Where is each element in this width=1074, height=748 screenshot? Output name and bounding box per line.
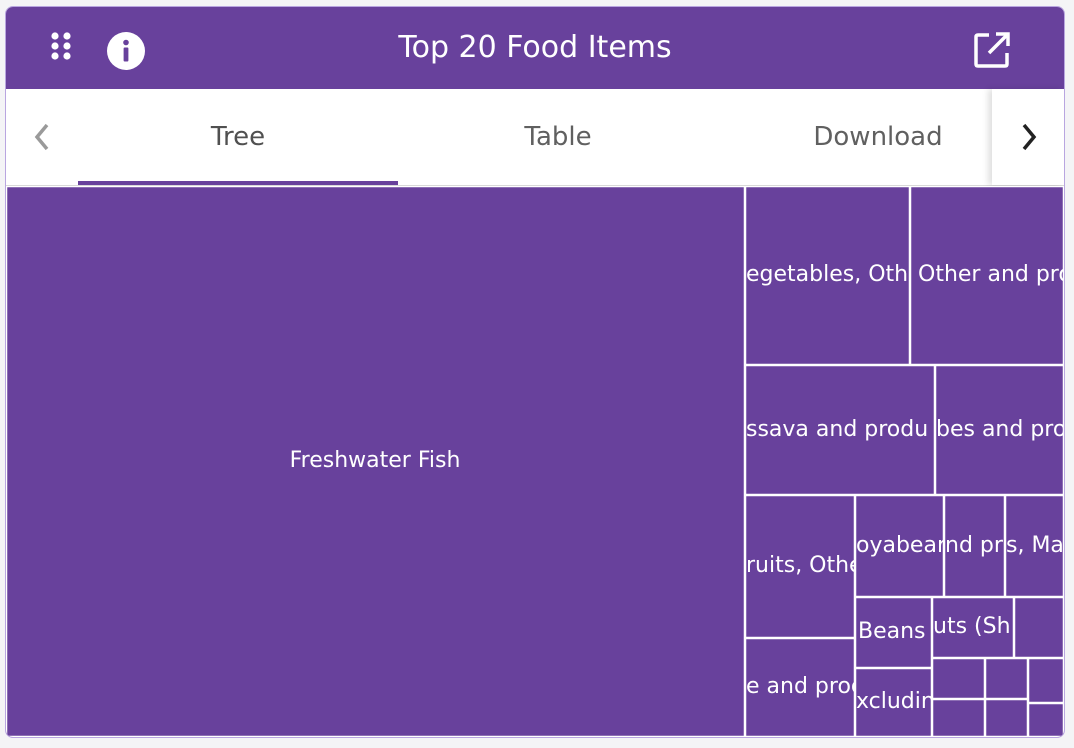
widget-header: Top 20 Food Items: [6, 7, 1064, 89]
treemap-cell[interactable]: ssava and produ: [744, 364, 936, 496]
treemap-cell[interactable]: s, Mar: [1004, 494, 1065, 598]
treemap-cell-rect[interactable]: [931, 698, 986, 737]
treemap-cell-label: ssava and produ: [746, 417, 928, 442]
treemap-cell-label: egetables, Othe: [746, 262, 922, 287]
tab-table-label: Table: [524, 122, 592, 152]
treemap-cell[interactable]: [931, 657, 986, 700]
chevron-left-icon: [34, 123, 49, 151]
treemap-cell-label: Beans: [858, 619, 926, 644]
treemap-cell[interactable]: ruits, Othe: [744, 494, 863, 639]
tab-bar: Tree Table Download: [6, 89, 1064, 186]
widget-card: Top 20 Food Items Tree Table Download Fr…: [5, 6, 1065, 738]
treemap-cell-label: Other and pro: [918, 262, 1064, 287]
treemap-cell[interactable]: [1027, 657, 1064, 704]
tab-tree[interactable]: Tree: [78, 89, 398, 185]
treemap-cell-rect[interactable]: [984, 657, 1029, 700]
treemap-cell[interactable]: nd pr: [943, 494, 1006, 598]
treemap-cell-label: uts (Sh: [933, 614, 1011, 639]
treemap-cell[interactable]: Beans: [854, 596, 933, 669]
widget-title: Top 20 Food Items: [398, 30, 672, 65]
treemap-cell-label: oyabear: [856, 533, 947, 558]
active-tab-indicator: [78, 181, 398, 185]
open-external-icon[interactable]: [973, 31, 1011, 69]
treemap-cell-label: s, Mar: [1006, 533, 1064, 558]
treemap-cell-label: bes and pro: [936, 417, 1064, 442]
treemap-cell[interactable]: e and proc: [744, 637, 864, 737]
treemap-cell[interactable]: [984, 698, 1029, 737]
treemap-cell-label: e and proc: [746, 674, 863, 699]
treemap-cell[interactable]: [984, 657, 1029, 700]
treemap-cell-rect[interactable]: [984, 698, 1029, 737]
treemap-cell-label: nd pr: [945, 533, 1004, 558]
treemap-cell[interactable]: [1013, 596, 1064, 659]
treemap-cell[interactable]: uts (Sh: [931, 596, 1015, 659]
tabs-prev-button[interactable]: [6, 89, 76, 185]
tab-tree-label: Tree: [210, 122, 266, 152]
tabs-next-button[interactable]: [992, 89, 1064, 185]
treemap-cell-label: ruits, Othe: [746, 553, 863, 578]
treemap-cell[interactable]: bes and pro: [934, 364, 1065, 496]
tab-download[interactable]: Download: [718, 89, 1038, 185]
treemap-cell[interactable]: [931, 698, 986, 737]
treemap-chart: Freshwater Fish egetables, OtheOther and …: [6, 185, 1065, 737]
treemap-cell[interactable]: egetables, Othe: [744, 185, 922, 366]
treemap-area: Freshwater Fish egetables, Othe Other and …: [6, 185, 1065, 737]
tab-table[interactable]: Table: [398, 89, 718, 185]
treemap-cell[interactable]: Freshwater Fish: [6, 185, 746, 737]
treemap-cell-rect[interactable]: [1013, 596, 1064, 659]
treemap-cell[interactable]: oyabear: [854, 494, 947, 598]
tab-download-label: Download: [813, 122, 943, 152]
treemap-cell-rect[interactable]: [931, 657, 986, 700]
treemap-cell[interactable]: [1027, 702, 1064, 737]
chevron-right-icon: [1022, 123, 1037, 151]
treemap-cell-rect[interactable]: [1027, 657, 1064, 704]
treemap-cell-label: Freshwater Fish: [290, 448, 461, 473]
treemap-cell[interactable]: Other and pro: [909, 185, 1065, 366]
treemap-cell-rect[interactable]: [1027, 702, 1064, 737]
